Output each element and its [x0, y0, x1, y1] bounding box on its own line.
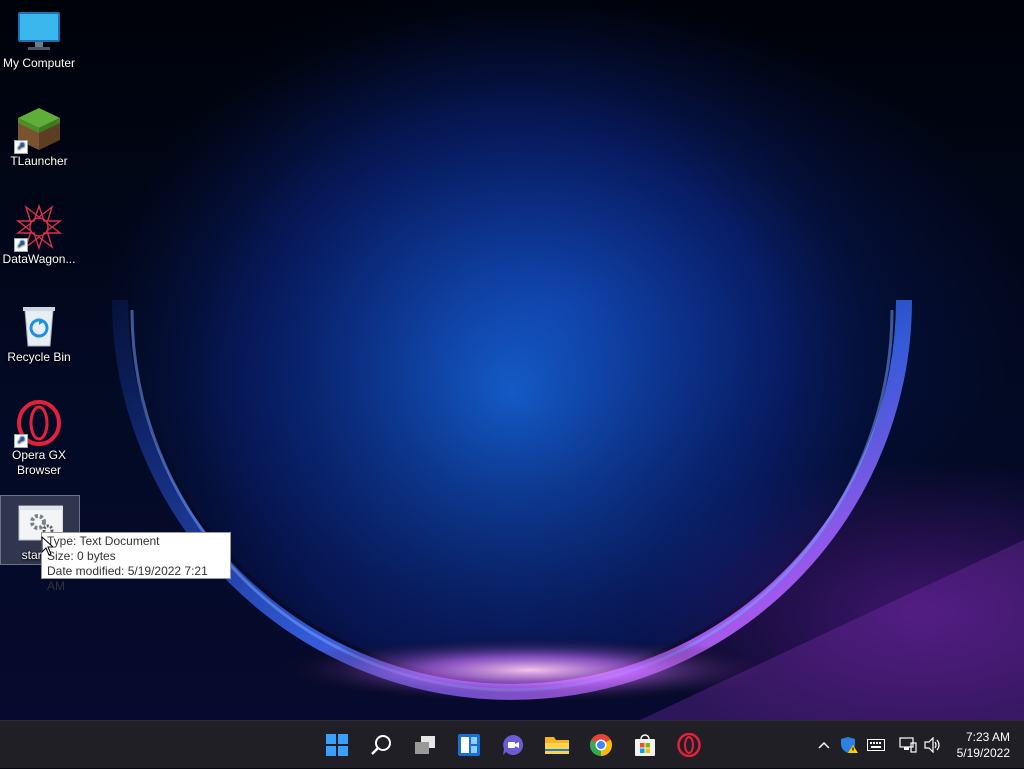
start-icon[interactable]: [321, 729, 353, 761]
taskbar-clock[interactable]: 7:23 AM 5/19/2022: [957, 729, 1010, 761]
monitor-icon: [16, 8, 62, 54]
chat-icon[interactable]: [497, 729, 529, 761]
clock-date: 5/19/2022: [956, 746, 1010, 760]
shortcut-arrow-icon: ↗: [14, 238, 28, 252]
desktop-icon-tlauncher[interactable]: ↗ TLauncher: [0, 102, 78, 169]
shortcut-arrow-icon: ↗: [14, 140, 28, 154]
grass-block-icon: ↗: [14, 106, 62, 154]
starburst-icon: ↗: [14, 203, 63, 252]
desktop-icon-my-computer[interactable]: My Computer: [0, 4, 78, 71]
opera-gx-icon: ↗: [14, 400, 62, 448]
search-icon[interactable]: [365, 729, 397, 761]
desktop-icon-label: DataWagon...: [2, 252, 76, 266]
shortcut-arrow-icon: ↗: [14, 434, 28, 448]
network-icon[interactable]: [896, 721, 920, 769]
desktop-icon-label: Opera GX Browser: [11, 448, 67, 477]
clock-time: 7:23 AM: [965, 730, 1010, 744]
desktop-icon-datawagon[interactable]: ↗ DataWagon...: [0, 200, 78, 267]
chrome-icon[interactable]: [585, 729, 617, 761]
security-warning-icon[interactable]: [838, 721, 860, 769]
desktop-icon-label: TLauncher: [10, 154, 68, 168]
volume-icon[interactable]: [921, 721, 945, 769]
tooltip-type: Type: Text Document: [47, 534, 160, 548]
opera-icon[interactable]: [673, 729, 705, 761]
keyboard-icon[interactable]: [864, 721, 888, 769]
desktop-icon-opera-gx[interactable]: ↗ Opera GX Browser: [0, 396, 78, 478]
desktop-icon-recycle-bin[interactable]: Recycle Bin: [0, 298, 78, 365]
chevron-up-icon[interactable]: [815, 721, 833, 769]
wallpaper-bloom: [112, 0, 1024, 720]
desktop-icon-label: My Computer: [2, 56, 76, 70]
mouse-cursor-icon: [41, 536, 55, 556]
store-icon[interactable]: [629, 729, 661, 761]
file-info-tooltip: Type: Text Document Size: 0 bytes Date m…: [41, 532, 231, 593]
task-view-icon[interactable]: [409, 729, 441, 761]
tooltip-size: Size: 0 bytes: [47, 549, 116, 563]
file-explorer-icon[interactable]: [541, 729, 573, 761]
desktop-wallpaper: [0, 0, 1024, 720]
recycle-bin-icon: [16, 302, 62, 348]
tooltip-date-modified: Date modified: 5/19/2022 7:21 AM: [47, 564, 208, 593]
desktop-icon-label: Recycle Bin: [7, 350, 71, 364]
taskbar: 7:23 AM 5/19/2022: [0, 720, 1024, 768]
widgets-icon[interactable]: [453, 729, 485, 761]
